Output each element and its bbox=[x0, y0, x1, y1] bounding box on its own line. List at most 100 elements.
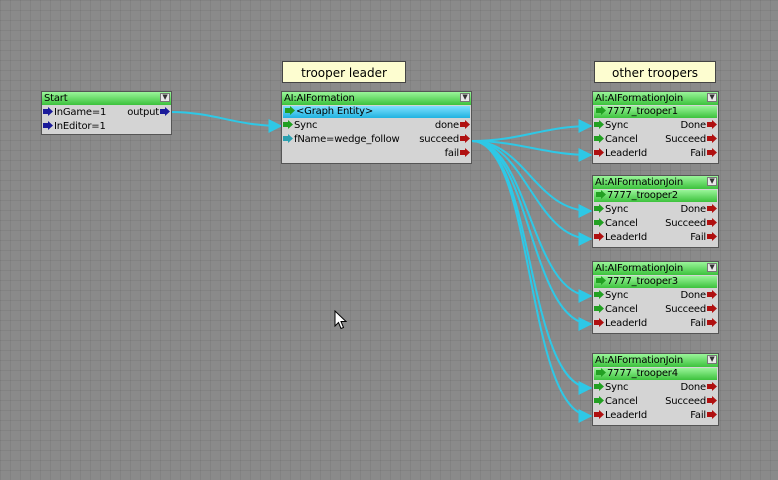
ai-formation-title[interactable]: AI:AIFormation ▼ bbox=[282, 92, 471, 105]
blue-arrow-icon bbox=[43, 107, 53, 116]
port-ineditor[interactable]: InEditor=1 bbox=[43, 120, 106, 134]
port-done-label: Done bbox=[680, 290, 706, 301]
teal-arrow-icon bbox=[283, 134, 293, 143]
ai-formation-join-node-1[interactable]: AI:AIFormationJoin ▼ 7777_trooper1 Sync … bbox=[592, 91, 719, 164]
port-fail-label: Fail bbox=[690, 232, 706, 243]
ai-formation-title-label: AI:AIFormation bbox=[284, 93, 355, 104]
port-done[interactable]: Done bbox=[680, 203, 717, 217]
chevron-down-icon[interactable]: ▼ bbox=[460, 93, 470, 102]
red-arrow-icon bbox=[707, 290, 717, 299]
port-done[interactable]: done bbox=[435, 119, 470, 133]
join-node-title[interactable]: AI:AIFormationJoin ▼ bbox=[593, 262, 718, 275]
port-succeed[interactable]: Succeed bbox=[665, 133, 717, 147]
join-entity-row[interactable]: 7777_trooper1 bbox=[594, 106, 717, 118]
green-arrow-icon bbox=[596, 106, 606, 115]
port-sync-label: Sync bbox=[605, 120, 629, 131]
port-succeed[interactable]: Succeed bbox=[665, 395, 717, 409]
port-sync-label: Sync bbox=[605, 290, 629, 301]
port-fail-label: fail bbox=[444, 148, 460, 159]
wire-succeed-to-trooper3-leader bbox=[471, 140, 593, 331]
port-leaderid[interactable]: LeaderId bbox=[594, 409, 647, 423]
port-sync[interactable]: Sync bbox=[594, 119, 629, 133]
red-arrow-icon bbox=[707, 304, 717, 313]
join-entity-row[interactable]: 7777_trooper4 bbox=[594, 368, 717, 380]
ai-formation-join-node-4[interactable]: AI:AIFormationJoin ▼ 7777_trooper4 Sync … bbox=[592, 353, 719, 426]
ai-formation-join-node-3[interactable]: AI:AIFormationJoin ▼ 7777_trooper3 Sync … bbox=[592, 261, 719, 334]
port-fail[interactable]: Fail bbox=[690, 147, 717, 161]
green-arrow-icon bbox=[594, 382, 604, 391]
join-node-title[interactable]: AI:AIFormationJoin ▼ bbox=[593, 354, 718, 367]
port-succeed-label: succeed bbox=[419, 134, 459, 145]
port-done[interactable]: Done bbox=[680, 381, 717, 395]
port-leaderid[interactable]: LeaderId bbox=[594, 147, 647, 161]
port-sync[interactable]: Sync bbox=[594, 381, 629, 395]
port-fail[interactable]: Fail bbox=[690, 409, 717, 423]
join-entity-row[interactable]: 7777_trooper3 bbox=[594, 276, 717, 288]
port-fail[interactable]: fail bbox=[445, 147, 470, 161]
red-arrow-icon bbox=[707, 382, 717, 391]
port-sync[interactable]: Sync bbox=[283, 119, 318, 133]
green-arrow-icon bbox=[594, 120, 604, 129]
chevron-down-icon[interactable]: ▼ bbox=[707, 263, 717, 272]
port-succeed[interactable]: Succeed bbox=[665, 303, 717, 317]
join-entity-label: 7777_trooper2 bbox=[607, 190, 678, 201]
port-sync[interactable]: Sync bbox=[594, 203, 629, 217]
chevron-down-icon[interactable]: ▼ bbox=[707, 177, 717, 186]
comment-other-troopers[interactable]: other troopers bbox=[594, 61, 716, 83]
port-output[interactable]: output bbox=[127, 106, 170, 120]
green-arrow-icon bbox=[594, 304, 604, 313]
chevron-down-icon[interactable]: ▼ bbox=[160, 93, 170, 102]
port-succeed-label: Succeed bbox=[665, 396, 706, 407]
red-arrow-icon bbox=[460, 134, 470, 143]
wire-succeed-to-trooper2-sync bbox=[471, 140, 593, 218]
port-fail-label: Fail bbox=[690, 318, 706, 329]
green-arrow-icon bbox=[594, 218, 604, 227]
port-done[interactable]: Done bbox=[680, 119, 717, 133]
port-fail[interactable]: Fail bbox=[690, 317, 717, 331]
red-arrow-icon bbox=[594, 232, 604, 241]
green-arrow-icon bbox=[285, 106, 295, 115]
port-fail[interactable]: Fail bbox=[690, 231, 717, 245]
join-node-title[interactable]: AI:AIFormationJoin ▼ bbox=[593, 92, 718, 105]
port-succeed-label: Succeed bbox=[665, 304, 706, 315]
green-arrow-icon bbox=[596, 276, 606, 285]
port-leaderid[interactable]: LeaderId bbox=[594, 231, 647, 245]
chevron-down-icon[interactable]: ▼ bbox=[707, 355, 717, 364]
red-arrow-icon bbox=[707, 134, 717, 143]
join-node-title[interactable]: AI:AIFormationJoin ▼ bbox=[593, 176, 718, 189]
port-leaderid[interactable]: LeaderId bbox=[594, 317, 647, 331]
port-ingame[interactable]: InGame=1 bbox=[43, 106, 106, 120]
join-node-title-label: AI:AIFormationJoin bbox=[595, 93, 684, 104]
port-cancel-label: Cancel bbox=[605, 134, 638, 145]
red-arrow-icon bbox=[707, 148, 717, 157]
port-cancel[interactable]: Cancel bbox=[594, 133, 638, 147]
join-entity-row[interactable]: 7777_trooper2 bbox=[594, 190, 717, 202]
port-cancel[interactable]: Cancel bbox=[594, 303, 638, 317]
port-succeed[interactable]: Succeed bbox=[665, 217, 717, 231]
ai-formation-join-node-2[interactable]: AI:AIFormationJoin ▼ 7777_trooper2 Sync … bbox=[592, 175, 719, 248]
red-arrow-icon bbox=[707, 410, 717, 419]
red-arrow-icon bbox=[460, 120, 470, 129]
join-entity-label: 7777_trooper4 bbox=[607, 368, 678, 379]
start-node[interactable]: Start ▼ InGame=1 output InEditor=1 bbox=[41, 91, 172, 135]
start-node-title[interactable]: Start ▼ bbox=[42, 92, 171, 105]
blue-arrow-icon bbox=[43, 121, 53, 130]
green-arrow-icon bbox=[594, 290, 604, 299]
red-arrow-icon bbox=[594, 318, 604, 327]
port-succeed-label: Succeed bbox=[665, 218, 706, 229]
join-node-title-label: AI:AIFormationJoin bbox=[595, 355, 684, 366]
port-leaderid-label: LeaderId bbox=[605, 410, 647, 421]
port-done[interactable]: Done bbox=[680, 289, 717, 303]
ai-formation-node[interactable]: AI:AIFormation ▼ <Graph Entity> Sync don… bbox=[281, 91, 472, 164]
comment-trooper-leader[interactable]: trooper leader bbox=[282, 61, 406, 83]
port-succeed[interactable]: succeed bbox=[419, 133, 470, 147]
port-sync-label: Sync bbox=[605, 382, 629, 393]
port-sync[interactable]: Sync bbox=[594, 289, 629, 303]
graph-entity-row[interactable]: <Graph Entity> bbox=[283, 106, 470, 118]
port-done-label: Done bbox=[680, 204, 706, 215]
wire-succeed-to-trooper4-leader bbox=[471, 140, 593, 423]
port-fname[interactable]: fName=wedge_follow bbox=[283, 133, 400, 147]
port-cancel[interactable]: Cancel bbox=[594, 217, 638, 231]
port-cancel[interactable]: Cancel bbox=[594, 395, 638, 409]
chevron-down-icon[interactable]: ▼ bbox=[707, 93, 717, 102]
